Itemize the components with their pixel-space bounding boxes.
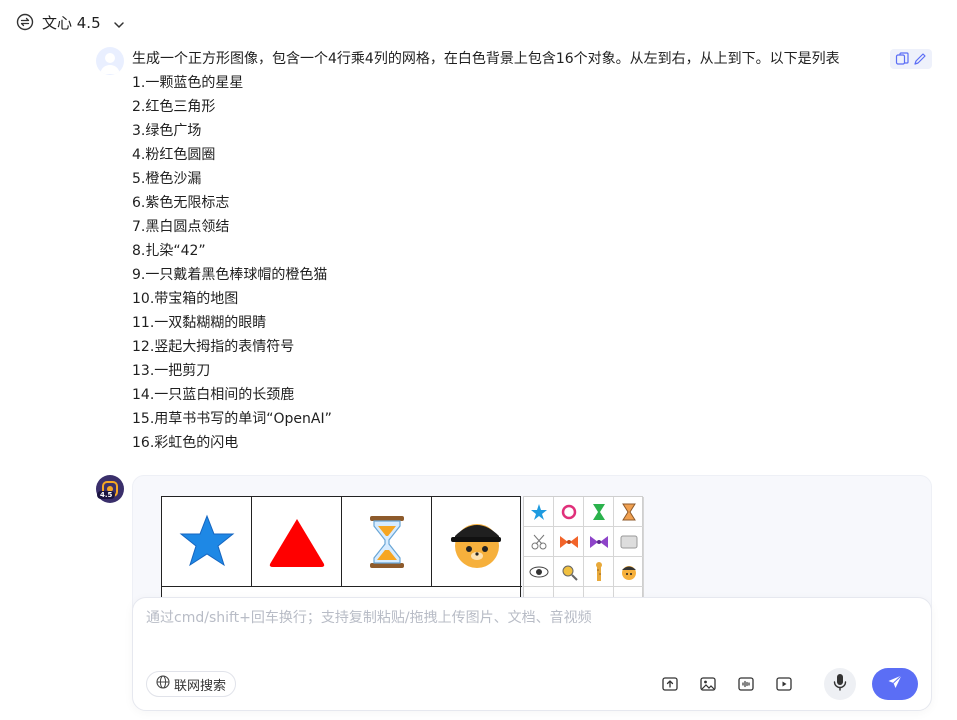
copy-icon[interactable]: [894, 51, 910, 67]
list-item: 12.竖起大拇指的表情符号: [132, 339, 295, 355]
audio-icon[interactable]: [736, 674, 756, 694]
list-item: 14.一只蓝白相间的长颈鹿: [132, 387, 295, 403]
web-search-label: 联网搜索: [174, 678, 227, 694]
composer[interactable]: 通过cmd/shift+回车换行；支持复制粘贴/拖拽上传图片、文档、音视频 联网…: [132, 597, 932, 711]
star-icon: [179, 514, 234, 566]
list-item: 15.用草书书写的单词“OpenAI”: [132, 411, 332, 427]
message-actions: [890, 49, 932, 69]
edit-icon[interactable]: [912, 51, 928, 67]
object-list: 1.一颗蓝色的星星 2.红色三角形 3.绿色广场 4.粉红色圆圈 5.橙色沙漏 …: [132, 71, 932, 455]
user-message: 生成一个正方形图像，包含一个4行乘4列的网格，在白色背景上包含16个对象。从左到…: [132, 48, 932, 455]
microphone-icon: [832, 673, 848, 695]
circle-icon: [554, 497, 584, 527]
list-item: 13.一把剪刀: [132, 363, 211, 379]
giraffe-icon: [584, 557, 614, 587]
microphone-button[interactable]: [824, 668, 856, 700]
user-avatar: [96, 47, 124, 75]
star-icon: [524, 497, 554, 527]
list-item: 16.彩虹色的闪电: [132, 435, 239, 451]
bot-avatar: 4.5: [96, 475, 124, 503]
grid-cell: [342, 497, 432, 587]
model-name: 文心 4.5: [42, 13, 101, 32]
bow-tie-icon: [554, 527, 584, 557]
video-icon[interactable]: [774, 674, 794, 694]
list-item: 6.紫色无限标志: [132, 195, 230, 211]
list-item: 8.扎染“42”: [132, 243, 206, 259]
map-icon: [614, 527, 644, 557]
hourglass-icon: [584, 497, 614, 527]
user-message-text: 生成一个正方形图像，包含一个4行乘4列的网格，在白色背景上包含16个对象。从左到…: [132, 51, 840, 67]
list-item: 1.一颗蓝色的星星: [132, 75, 244, 91]
upload-file-icon[interactable]: [660, 674, 680, 694]
list-item: 4.粉红色圆圈: [132, 147, 216, 163]
model-switch-icon: [16, 13, 34, 31]
list-item: 2.红色三角形: [132, 99, 216, 115]
list-item: 5.橙色沙漏: [132, 171, 202, 187]
cat-with-cap-icon: [451, 523, 501, 568]
cat-with-cap-icon: [614, 557, 644, 587]
grid-cell: [252, 497, 342, 587]
bot-version-badge: 4.5: [97, 491, 116, 499]
magnifier-icon: [554, 557, 584, 587]
bow-tie-icon: [584, 527, 614, 557]
grid-cell: [432, 497, 522, 587]
scissors-icon: [524, 527, 554, 557]
list-item: 7.黑白圆点领结: [132, 219, 230, 235]
list-item: 3.绿色广场: [132, 123, 202, 139]
list-item: 10.带宝箱的地图: [132, 291, 239, 307]
chevron-down-icon: [113, 16, 125, 29]
model-selector[interactable]: 文心 4.5: [16, 10, 125, 34]
web-search-button[interactable]: 联网搜索: [146, 671, 237, 697]
send-button[interactable]: [872, 668, 918, 700]
grid-cell: [162, 497, 252, 587]
hourglass-icon: [614, 497, 644, 527]
composer-input[interactable]: 通过cmd/shift+回车换行；支持复制粘贴/拖拽上传图片、文档、音视频: [146, 608, 592, 628]
eye-icon: [524, 557, 554, 587]
image-icon[interactable]: [698, 674, 718, 694]
list-item: 11.一双黏糊糊的眼睛: [132, 315, 267, 331]
globe-icon: [156, 675, 170, 693]
hourglass-icon: [369, 515, 404, 568]
send-icon: [887, 674, 903, 694]
list-item: 9.一只戴着黑色棒球帽的橙色猫: [132, 267, 328, 283]
triangle-icon: [269, 518, 324, 567]
